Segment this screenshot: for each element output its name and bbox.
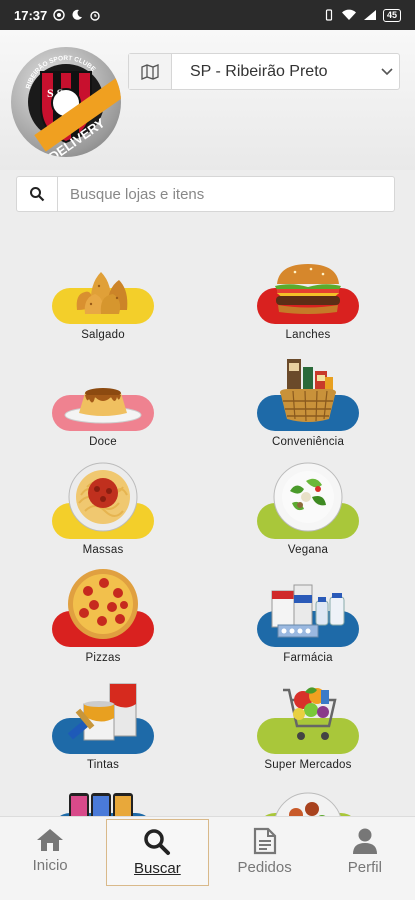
category-label: Conveniência — [271, 436, 345, 448]
search-icon — [30, 187, 45, 202]
user-icon — [352, 828, 377, 854]
search-bar — [16, 176, 395, 212]
pizza-icon — [68, 569, 138, 639]
search-icon — [144, 829, 171, 855]
category-label: Massas — [82, 544, 124, 556]
category-label: Salgado — [81, 329, 125, 341]
category-eletronicos[interactable] — [28, 775, 178, 816]
logo-ring-text: RIBEIRÃO SPORT CLUBE — [25, 55, 97, 90]
header: RIBEIRÃO SPORT CLUBE S S DELIVERY SP - R… — [0, 30, 415, 170]
shopping-cart-icon — [283, 687, 337, 740]
logo-ribbon-text: DELIVERY — [46, 115, 108, 157]
burger-icon — [275, 264, 341, 314]
nav-label: Perfil — [347, 859, 382, 876]
bottom-nav: Inicio Buscar Pedidos Perfil — [0, 816, 415, 900]
nav-pedidos[interactable]: Pedidos — [215, 817, 315, 900]
category-label: Pizzas — [85, 652, 121, 664]
status-time: 17:37 — [14, 7, 48, 23]
spaghetti-icon — [68, 462, 138, 532]
nav-label: Inicio — [32, 857, 68, 874]
document-icon — [253, 827, 276, 855]
nav-label: Pedidos — [237, 859, 292, 876]
nav-label: Buscar — [134, 860, 181, 877]
chevron-down-icon — [375, 67, 399, 76]
pudding-icon — [64, 388, 142, 424]
svg-text:RIBEIRÃO SPORT CLUBE: RIBEIRÃO SPORT CLUBE — [25, 55, 97, 90]
medicine-icon — [271, 584, 345, 638]
category-carnes[interactable] — [233, 775, 383, 816]
category-label: Lanches — [285, 329, 331, 341]
category-label: Vegana — [287, 544, 329, 556]
category-massas[interactable]: Massas — [28, 462, 178, 565]
category-salgado[interactable]: Salgado — [28, 250, 178, 350]
signal-icon — [363, 9, 377, 21]
city-select-value: SP - Ribeirão Preto — [190, 62, 328, 80]
map-icon[interactable] — [129, 54, 172, 89]
battery-icon: 45 — [382, 8, 401, 22]
paint-can-icon — [67, 683, 137, 741]
category-conveniencia[interactable]: Conveniência — [233, 357, 383, 457]
nav-inicio[interactable]: Inicio — [0, 817, 100, 900]
basket-icon — [280, 359, 336, 422]
category-label: Farmácia — [283, 652, 333, 664]
nav-buscar[interactable]: Buscar — [106, 819, 209, 886]
meat-plate-icon — [275, 792, 341, 816]
salad-icon — [273, 462, 343, 532]
category-grid: Salgado Lanches Doce Conveniência Massas… — [0, 240, 415, 816]
notification-icon — [53, 9, 65, 21]
category-label: Doce — [89, 436, 117, 448]
coxinha-icon — [76, 272, 128, 314]
logo-letters: S S — [47, 86, 64, 100]
status-bar: 17:37 45 — [0, 0, 415, 30]
phones-icon — [69, 793, 133, 816]
wifi-icon — [341, 9, 357, 21]
nav-perfil[interactable]: Perfil — [315, 817, 415, 900]
category-label: Tintas — [86, 759, 120, 771]
category-label: Super Mercados — [264, 759, 352, 771]
category-doce[interactable]: Doce — [28, 357, 178, 457]
vibrate-icon — [323, 9, 335, 21]
moon-icon — [71, 9, 83, 21]
search-button[interactable] — [17, 177, 58, 211]
search-input[interactable] — [58, 177, 394, 211]
category-farmacia[interactable]: Farmácia — [233, 573, 383, 673]
category-tintas[interactable]: Tintas — [28, 680, 178, 780]
alarm-icon — [89, 9, 101, 21]
category-vegana[interactable]: Vegana — [233, 462, 383, 565]
category-lanches[interactable]: Lanches — [233, 250, 383, 350]
category-super-mercados[interactable]: Super Mercados — [233, 680, 383, 780]
city-select[interactable]: SP - Ribeirão Preto — [128, 53, 400, 90]
category-pizzas[interactable]: Pizzas — [28, 569, 178, 673]
home-icon — [37, 829, 64, 851]
store-logo: RIBEIRÃO SPORT CLUBE S S DELIVERY — [11, 47, 121, 157]
